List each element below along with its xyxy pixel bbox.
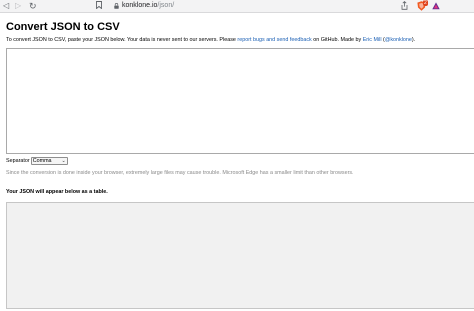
- separator-label: Separator: [6, 158, 30, 164]
- url-path: /json/: [157, 2, 175, 9]
- lock-icon: [114, 3, 119, 9]
- json-input[interactable]: [6, 48, 474, 154]
- separator-row: Separator Comma ⌄: [6, 157, 68, 165]
- browser-limit-note: Since the conversion is done inside your…: [6, 170, 354, 176]
- table-output-area: [6, 202, 474, 309]
- intro-close: ).: [411, 37, 416, 43]
- back-arrow-icon[interactable]: ◁: [3, 1, 9, 11]
- bookmark-icon[interactable]: [96, 1, 102, 12]
- intro-mid: on GitHub. Made by: [311, 37, 363, 43]
- forward-arrow-icon[interactable]: ▷: [15, 1, 21, 11]
- address-bar[interactable]: konklone.io/json/: [114, 1, 174, 11]
- url-host: konklone.io: [122, 2, 158, 9]
- twitter-handle-link[interactable]: @konklone: [385, 37, 412, 43]
- shield-count-badge: 2: [423, 0, 428, 6]
- share-icon[interactable]: [401, 1, 408, 13]
- table-heading: Your JSON will appear below as a table.: [6, 189, 108, 195]
- chevron-down-icon: ⌄: [61, 158, 66, 164]
- reload-icon[interactable]: ↻: [29, 1, 37, 11]
- brave-rewards-icon[interactable]: [432, 2, 440, 10]
- intro-prefix: To convert JSON to CSV, paste your JSON …: [6, 37, 238, 43]
- browser-toolbar: ◁ ▷ ↻ konklone.io/json/ 2: [0, 0, 474, 13]
- feedback-link[interactable]: report bugs and send feedback: [237, 37, 311, 43]
- author-link[interactable]: Eric Mill: [363, 37, 382, 43]
- separator-select[interactable]: Comma ⌄: [30, 157, 68, 165]
- page-title: Convert JSON to CSV: [6, 21, 120, 33]
- separator-selected-value: Comma: [32, 158, 52, 164]
- intro-text: To convert JSON to CSV, paste your JSON …: [6, 37, 415, 44]
